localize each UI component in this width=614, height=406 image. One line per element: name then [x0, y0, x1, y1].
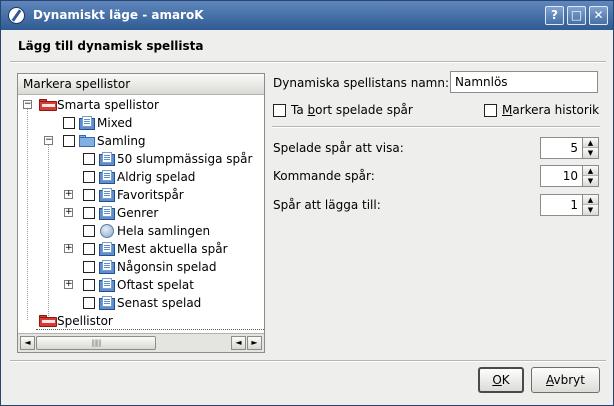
tree-item-smarta-spellistor[interactable]: − Smarta spellistor — [18, 96, 264, 114]
playlist-tree[interactable]: Markera spellistor − Smarta spellistor M… — [17, 73, 265, 353]
remove-played-label[interactable]: Ta bort spelade spår — [291, 103, 413, 117]
amarok-app-icon[interactable] — [8, 7, 25, 24]
spin-down-icon[interactable]: ▼ — [583, 176, 598, 186]
window-title: Dynamiskt läge - amaroK — [33, 8, 204, 22]
title-bar[interactable]: Dynamiskt läge - amaroK ? □ ✕ — [1, 1, 613, 30]
append-count-spinbox[interactable]: 1 ▲ ▼ — [540, 194, 599, 216]
tree-item-aldrig-spelad[interactable]: Aldrig spelad — [18, 168, 264, 186]
expand-icon[interactable]: + — [64, 280, 73, 289]
tree-item-senast-spelad[interactable]: Senast spelad — [18, 294, 264, 312]
smart-playlist-icon — [99, 260, 115, 275]
dialog-window: Dynamiskt läge - amaroK ? □ ✕ Lägg till … — [0, 0, 614, 406]
close-button[interactable]: ✕ — [589, 6, 608, 25]
scroll-left-button-secondary[interactable]: ◄ — [231, 336, 246, 350]
tree-item-label: Någonsin spelad — [117, 260, 217, 274]
tree-item-checkbox[interactable] — [83, 171, 95, 183]
smart-playlist-icon — [79, 116, 95, 131]
mark-history-label[interactable]: Markera historik — [502, 103, 599, 117]
mark-history-checkbox[interactable] — [484, 104, 497, 117]
tree-item-label: Aldrig spelad — [117, 170, 196, 184]
help-button[interactable]: ? — [545, 6, 564, 25]
smart-playlist-icon — [99, 206, 115, 221]
tree-item-checkbox[interactable] — [83, 261, 95, 273]
tree-item-label: Samling — [97, 134, 146, 148]
tree-item-label: Smarta spellistor — [57, 98, 159, 112]
tree-item-label: Senast spelad — [117, 296, 202, 310]
smart-playlist-icon — [99, 152, 115, 167]
heading-divider — [10, 61, 606, 63]
collection-globe-icon — [100, 224, 114, 238]
tree-item-checkbox[interactable] — [63, 135, 75, 147]
tree-item-50-slumpmassiga-spar[interactable]: 50 slumpmässiga spår — [18, 150, 264, 168]
tree-item-nagonsin-spelad[interactable]: Någonsin spelad — [18, 258, 264, 276]
smart-playlist-icon — [99, 170, 115, 185]
tree-item-genrer[interactable]: + Genrer — [18, 204, 264, 222]
tree-item-mest-aktuella-spar[interactable]: + Mest aktuella spår — [18, 240, 264, 258]
previous-tracks-spinbox[interactable]: 5 ▲ ▼ — [540, 137, 599, 159]
smart-playlist-icon — [99, 278, 115, 293]
upcoming-tracks-spinbox[interactable]: 10 ▲ ▼ — [540, 165, 599, 187]
tree-item-checkbox[interactable] — [83, 153, 95, 165]
expand-icon[interactable]: + — [64, 190, 73, 199]
tree-item-checkbox[interactable] — [83, 297, 95, 309]
smart-playlist-folder-icon — [39, 98, 57, 112]
tree-item-checkbox[interactable] — [83, 225, 95, 237]
smart-playlist-icon — [99, 296, 115, 311]
append-count-label: Spår att lägga till: — [273, 198, 381, 212]
tree-item-checkbox[interactable] — [63, 117, 75, 129]
tree-item-favoritspar[interactable]: + Favoritspår — [18, 186, 264, 204]
tree-item-label: Genrer — [117, 206, 159, 220]
tree-item-label: Oftast spelat — [117, 278, 194, 292]
tree-item-checkbox[interactable] — [83, 189, 95, 201]
smart-playlist-icon — [99, 242, 115, 257]
tree-item-checkbox[interactable] — [83, 279, 95, 291]
upcoming-tracks-label: Kommande spår: — [273, 169, 375, 183]
playlist-folder-icon — [39, 314, 57, 328]
collapse-icon[interactable]: − — [23, 100, 32, 109]
tree-item-samling[interactable]: − Samling — [18, 132, 264, 150]
cancel-button[interactable]: Avbryt — [531, 367, 600, 393]
form-divider — [272, 126, 600, 128]
tree-item-label: Mest aktuella spår — [117, 242, 228, 256]
remove-played-checkbox[interactable] — [273, 104, 286, 117]
tree-item-checkbox[interactable] — [83, 207, 95, 219]
horizontal-scrollbar[interactable]: ◄ ||||||| ◄ ► — [18, 333, 264, 352]
scroll-right-button[interactable]: ► — [247, 336, 262, 350]
tree-item-label: 50 slumpmässiga spår — [117, 152, 253, 166]
tree-item-spellistor[interactable]: Spellistor — [18, 312, 264, 330]
tree-item-mixed[interactable]: Mixed — [18, 114, 264, 132]
folder-icon — [79, 134, 95, 148]
playlist-name-input[interactable]: Namnlös — [450, 71, 598, 93]
tree-item-label: Spellistor — [57, 314, 113, 328]
spinbox-value: 5 — [570, 141, 578, 155]
spin-down-icon[interactable]: ▼ — [583, 148, 598, 158]
spinbox-value: 10 — [562, 169, 578, 183]
spin-up-icon[interactable]: ▲ — [583, 195, 598, 205]
scroll-thumb[interactable]: ||||||| — [36, 336, 156, 350]
maximize-button[interactable]: □ — [567, 6, 586, 25]
ok-button[interactable]: OK — [478, 367, 524, 393]
spin-up-icon[interactable]: ▲ — [583, 138, 598, 148]
expand-icon[interactable]: + — [64, 244, 73, 253]
footer-divider — [10, 360, 606, 362]
tree-item-oftast-spelat[interactable]: + Oftast spelat — [18, 276, 264, 294]
dialog-heading: Lägg till dynamisk spellista — [18, 39, 204, 53]
spin-down-icon[interactable]: ▼ — [583, 205, 598, 215]
spin-up-icon[interactable]: ▲ — [583, 166, 598, 176]
tree-item-label: Mixed — [97, 116, 133, 130]
tree-item-hela-samlingen[interactable]: Hela samlingen — [18, 222, 264, 240]
tree-item-checkbox[interactable] — [83, 243, 95, 255]
collapse-icon[interactable]: − — [44, 136, 53, 145]
tree-item-label: Hela samlingen — [117, 224, 211, 238]
tree-item-label: Favoritspår — [117, 188, 184, 202]
focus-outline — [36, 329, 264, 330]
playlist-name-label: Dynamiska spellistans namn: — [273, 76, 450, 90]
spinbox-value: 1 — [570, 198, 578, 212]
tree-body: − Smarta spellistor Mixed − Samling 50 s… — [18, 95, 264, 333]
scroll-left-button[interactable]: ◄ — [20, 336, 35, 350]
previous-tracks-label: Spelade spår att visa: — [273, 141, 404, 155]
smart-playlist-icon — [99, 188, 115, 203]
expand-icon[interactable]: + — [64, 208, 73, 217]
tree-column-header[interactable]: Markera spellistor — [18, 74, 264, 95]
